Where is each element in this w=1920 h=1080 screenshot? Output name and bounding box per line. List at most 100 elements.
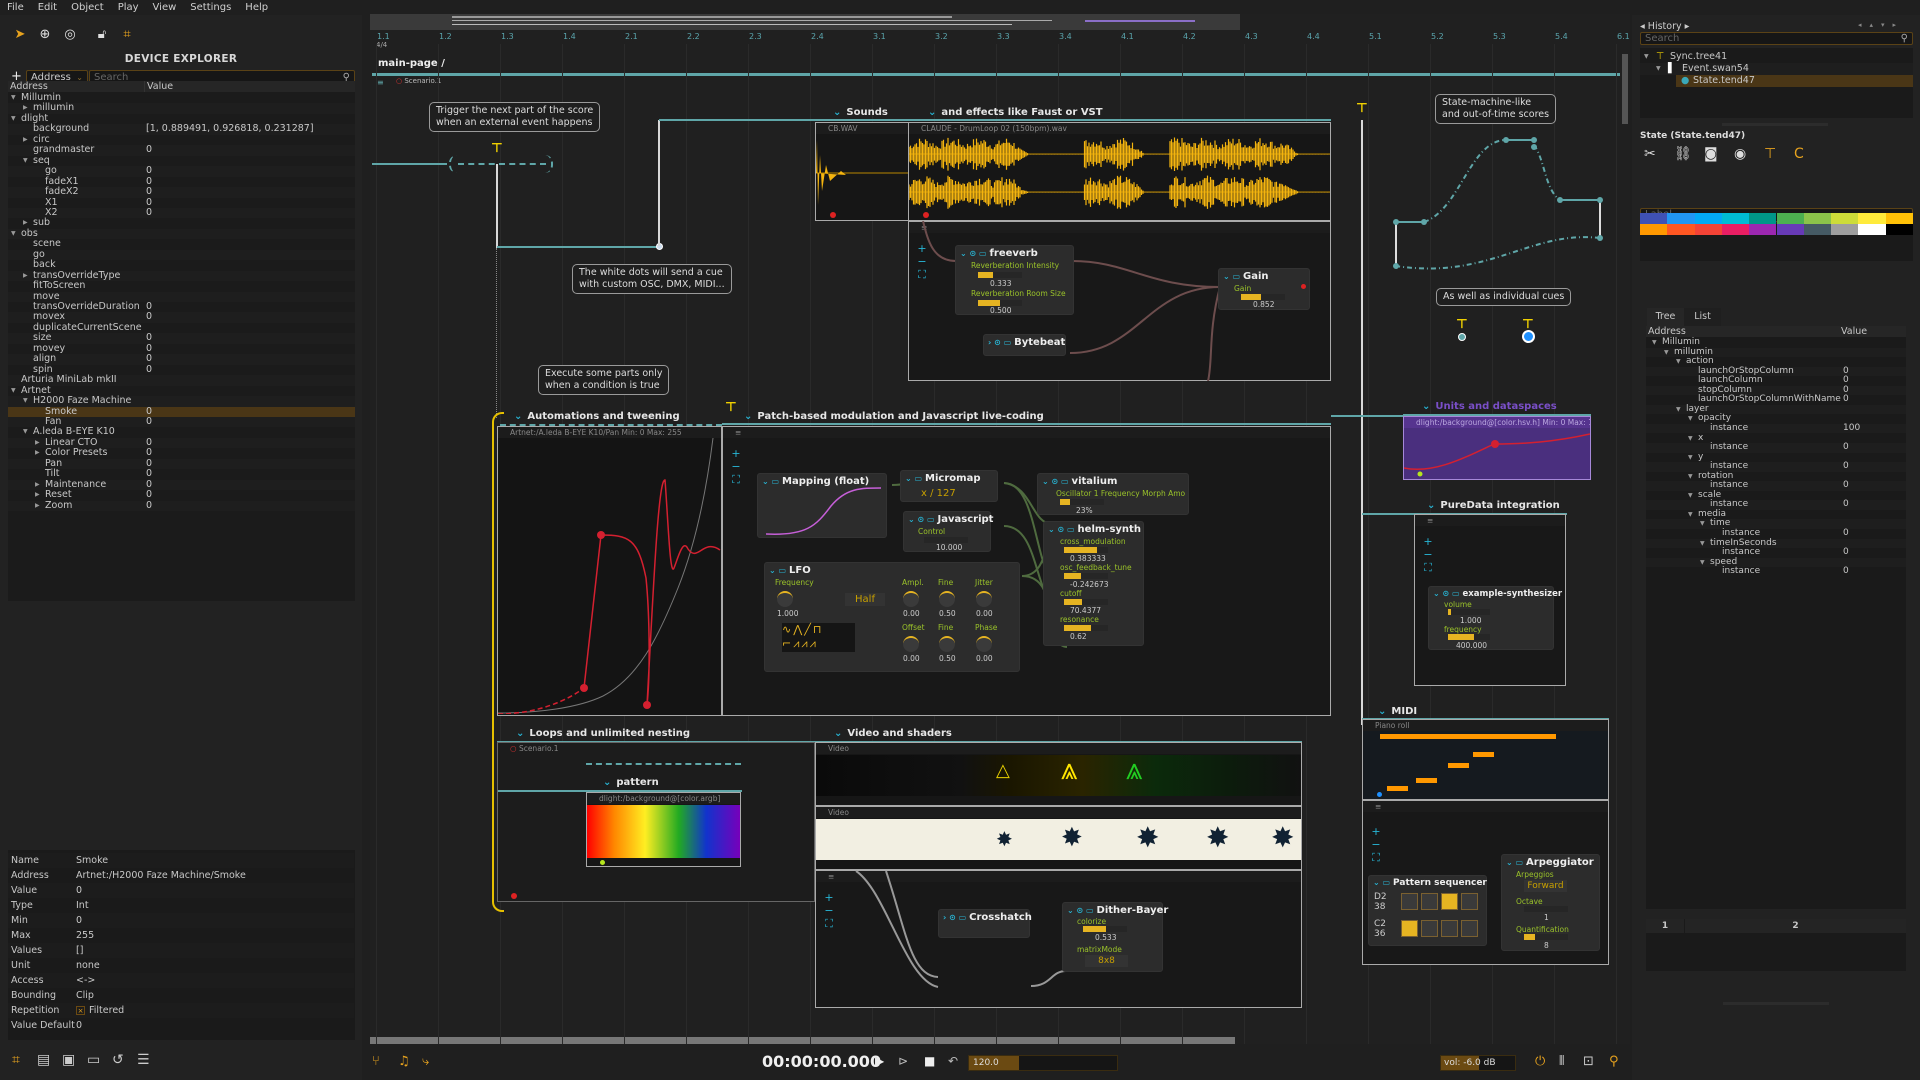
color-swatch[interactable] [1858, 224, 1886, 235]
comment-cues[interactable]: As well as individual cues [1436, 288, 1572, 306]
ruler-label[interactable]: 1.4 [563, 32, 576, 41]
menu-icon[interactable]: ≡ [1363, 801, 1608, 812]
expanded-arrow-icon[interactable]: ▼ [1656, 63, 1661, 75]
power-icon[interactable]: ⏻ [1535, 1054, 1545, 1069]
play-icon[interactable]: ▶ [875, 1054, 884, 1068]
stop-icon[interactable]: ■ [924, 1054, 935, 1068]
automation-units[interactable]: dlight:/background@[color.hsv.h] Min: 0 … [1403, 416, 1591, 480]
pointer-icon[interactable]: ➤ [12, 27, 28, 43]
ruler-label[interactable]: 3.3 [997, 32, 1010, 41]
fine-knob[interactable] [939, 636, 955, 652]
param-slider[interactable] [1064, 625, 1108, 631]
expanded-arrow-icon[interactable]: ▼ [23, 396, 28, 407]
tab-list[interactable]: List [1684, 308, 1721, 326]
color-swatch[interactable] [1640, 224, 1668, 235]
fit-icon[interactable]: ⛶ [1371, 851, 1381, 864]
expanded-arrow-icon[interactable]: ▼ [11, 386, 16, 397]
ruler-label[interactable]: 3.4 [1059, 32, 1072, 41]
color-swatch[interactable] [1640, 213, 1668, 224]
zoom-in-icon[interactable]: + [1423, 535, 1433, 548]
gradient-automation[interactable]: dlight:/background@[color.argb] [586, 792, 741, 867]
frequency-knob[interactable] [777, 591, 793, 607]
node-crosshatch[interactable]: › ⊙ ▭ Crosshatch [938, 909, 1032, 938]
property-value[interactable]: × Filtered [76, 1003, 124, 1018]
expanded-arrow-icon[interactable]: ▼ [1688, 414, 1693, 424]
tree-row[interactable]: background [1, 0.889491, 0.926818, 0.2312… [8, 124, 355, 135]
color-swatch[interactable] [1721, 213, 1750, 224]
tree-row[interactable]: grandmaster 0 [8, 145, 355, 156]
trigger-icon[interactable]: ⊤ [1356, 101, 1368, 116]
fit-icon[interactable]: ⛶ [731, 473, 741, 486]
history-search-input[interactable]: Search ⚲ [1640, 32, 1913, 45]
output-port[interactable] [830, 212, 836, 218]
group-sounds[interactable]: ⌄ Sounds [833, 107, 888, 118]
history-item[interactable]: ▼ ⊤ Sync.tree41 [1640, 51, 1913, 63]
expanded-arrow-icon[interactable]: ▼ [1688, 472, 1693, 482]
menu-play[interactable]: Play [111, 0, 146, 15]
user-folder-icon[interactable]: ▣ [62, 1052, 75, 1068]
state-machine-graph[interactable] [1390, 130, 1610, 275]
zoom-out-icon[interactable]: − [1371, 838, 1381, 851]
tab-tree[interactable]: Tree [1647, 308, 1684, 326]
tree-row[interactable]: instance 0 [1646, 462, 1906, 472]
menu-object[interactable]: Object [64, 0, 111, 15]
fit-icon[interactable]: ⛶ [917, 268, 927, 281]
splitter[interactable] [1723, 1002, 1829, 1005]
expanded-arrow-icon[interactable]: ▼ [1644, 51, 1649, 63]
cue-dot-selected[interactable] [1522, 330, 1535, 343]
menu-settings[interactable]: Settings [183, 0, 238, 15]
arpeggio-mode[interactable]: Forward [1524, 880, 1567, 892]
checkbox[interactable]: × [76, 1006, 85, 1015]
node-javascript[interactable]: ⌄ ⊙ ▭ Javascript Control 10.000 [903, 511, 993, 552]
device-tree[interactable]: Address Value ▼ Millumin ▶ millumin ▼ dlight b… [8, 81, 355, 601]
phase-knob[interactable] [976, 636, 992, 652]
ruler-label[interactable]: 5.3 [1493, 32, 1506, 41]
expanded-arrow-icon[interactable]: ▼ [11, 114, 16, 125]
tree-row[interactable]: launchOrStopColumnWithName 0 [1646, 395, 1906, 405]
group-pattern[interactable]: ⌄ pattern [603, 777, 659, 788]
chart-icon[interactable]: ▤ [37, 1052, 50, 1068]
tree-row[interactable]: movey 0 [8, 343, 355, 355]
menu-icon[interactable]: ≡ [909, 222, 1330, 233]
node-pattern-sequencer[interactable]: ⌄ ▭ Pattern sequencer D2 38 C2 36 [1368, 875, 1487, 946]
trigger-icon[interactable]: ⊤ [1456, 317, 1468, 332]
play-from-icon[interactable]: ⊳ [898, 1054, 908, 1068]
add-circle-icon[interactable]: ⊕ [37, 27, 53, 43]
comment-trigger[interactable]: Trigger the next part of the score when a… [429, 102, 601, 132]
step-cell[interactable] [1461, 920, 1478, 937]
expanded-arrow-icon[interactable]: ▼ [1688, 434, 1693, 444]
trigger-icon[interactable]: ⊤ [491, 141, 503, 156]
lfo-mode[interactable]: Half [845, 593, 885, 606]
tree-row[interactable]: ▶ Zoom 0 [8, 500, 355, 512]
audio-clip-drumloop[interactable]: CLAUDE - DrumLoop 02 (150bpm).wav [908, 122, 1331, 221]
music-note-icon[interactable]: ♫ [398, 1054, 410, 1069]
tree-row[interactable]: instance 0 [1646, 443, 1906, 453]
expanded-arrow-icon[interactable]: ▼ [11, 229, 16, 240]
tree-row[interactable]: launchColumn 0 [1646, 376, 1906, 386]
param-slider[interactable] [1060, 499, 1104, 505]
param-slider[interactable] [1064, 573, 1108, 579]
color-swatch[interactable] [1667, 224, 1695, 235]
ruler-label[interactable]: 2.4 [811, 32, 824, 41]
network-icon[interactable]: ⌗ [12, 1052, 20, 1068]
tree-row[interactable]: Pan 0 [8, 458, 355, 470]
menu-view[interactable]: View [146, 0, 184, 15]
col-1[interactable]: 1 [1646, 919, 1684, 933]
ruler-label[interactable]: 4.2 [1183, 32, 1196, 41]
ampl-knob[interactable] [903, 591, 919, 607]
color-swatch[interactable] [1858, 213, 1886, 224]
tree-row[interactable]: X1 0 [8, 197, 355, 209]
history-icon[interactable]: ↺ [112, 1052, 124, 1068]
tree-row[interactable]: launchOrStopColumn 0 [1646, 366, 1906, 377]
minimap[interactable] [370, 14, 1240, 30]
node-bytebeat[interactable]: › ⊙ ▭ Bytebeat [983, 334, 1066, 356]
folder-icon[interactable]: ▭ [87, 1052, 100, 1068]
colorize-slider[interactable] [1083, 926, 1127, 932]
tree-row[interactable]: duplicateCurrentScene [8, 322, 355, 334]
zoom-out-icon[interactable]: − [917, 255, 927, 268]
ruler-label[interactable]: 5.4 [1555, 32, 1568, 41]
menu-icon[interactable]: ≡ [1415, 515, 1565, 526]
menu-file[interactable]: File [0, 0, 31, 15]
zoom-out-icon[interactable]: − [731, 460, 741, 473]
color-swatch[interactable] [1749, 213, 1777, 224]
